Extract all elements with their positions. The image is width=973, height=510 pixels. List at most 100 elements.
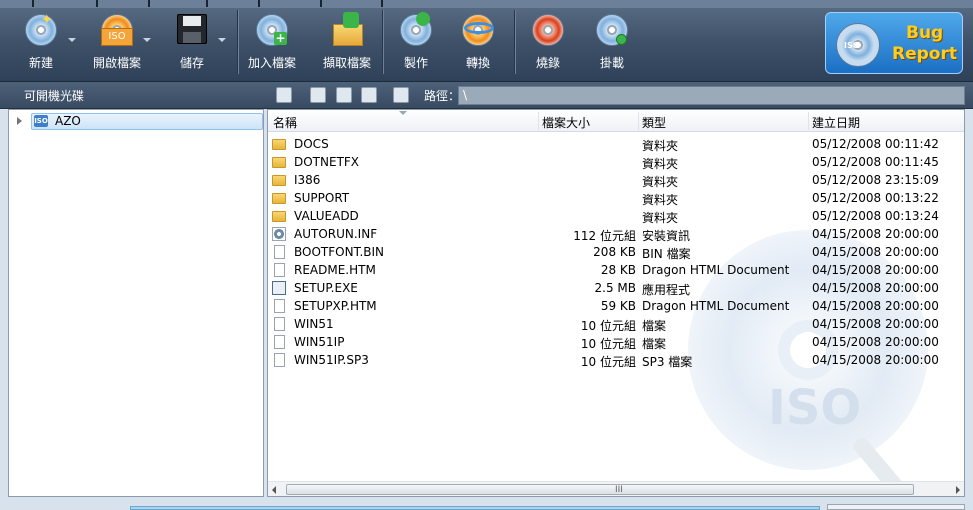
file-icon (274, 263, 285, 277)
open-dropdown-arrow[interactable] (143, 38, 151, 42)
column-divider[interactable] (538, 112, 539, 130)
list-view-icon[interactable] (393, 87, 409, 103)
file-icon (274, 317, 285, 331)
list-item[interactable]: BOOTFONT.BIN 208 KB BIN 檔案 04/15/2008 20:00… (268, 243, 964, 261)
file-name: VALUEADD (294, 209, 359, 223)
file-name: README.HTM (294, 263, 376, 277)
file-name: AUTORUN.INF (294, 227, 378, 241)
open-iso-icon: ISO (99, 12, 135, 48)
add-file-button-label: 加入檔案 (247, 56, 296, 70)
iso-disc-icon: ISO (34, 115, 48, 127)
tree-item-label: AZO (55, 114, 81, 128)
list-item[interactable]: README.HTM 28 KB Dragon HTML Document 04/15… (268, 261, 964, 279)
open-button-label: 開啟檔案 (92, 56, 141, 70)
file-name: SETUP.EXE (294, 281, 358, 295)
capacity-bar (130, 506, 820, 510)
column-header-date[interactable]: 建立日期 (812, 114, 860, 131)
column-header-type[interactable]: 類型 (642, 114, 666, 131)
file-type: 資料夾 (642, 175, 679, 189)
file-name: SETUPXP.HTM (294, 299, 377, 313)
toolbar-separator (237, 10, 238, 74)
file-name: WIN51IP (294, 335, 345, 349)
make-button[interactable]: 製作 (396, 12, 436, 76)
column-divider[interactable] (638, 112, 639, 130)
new-disc-icon: ✦ (23, 12, 59, 48)
file-date: 04/15/2008 20:00:00 (812, 281, 939, 295)
file-date: 04/15/2008 20:00:00 (812, 227, 939, 241)
scroll-left-arrow-icon[interactable] (272, 486, 276, 494)
scroll-thumb[interactable]: III (286, 484, 914, 495)
list-item[interactable]: DOTNETFX 資料夾 05/12/2008 00:11:45 (268, 153, 964, 171)
list-item[interactable]: WIN51 10 位元組 檔案 04/15/2008 20:00:00 (268, 315, 964, 333)
list-item[interactable]: I386 資料夾 05/12/2008 23:15:09 (268, 171, 964, 189)
scroll-right-arrow-icon[interactable] (956, 486, 960, 494)
file-icon (274, 353, 285, 367)
bug-report-button[interactable]: ISO Bug Report (825, 12, 963, 74)
up-folder-icon[interactable] (276, 87, 292, 103)
file-name: WIN51 (294, 317, 334, 331)
list-item[interactable]: SETUPXP.HTM 59 KB Dragon HTML Document 04/1… (268, 297, 964, 315)
add-icon[interactable] (310, 87, 326, 103)
file-date: 05/12/2008 00:11:42 (812, 137, 939, 151)
menu-strip (0, 0, 973, 8)
extract-button[interactable]: 擷取檔案 (320, 12, 374, 76)
scroll-grip: III (615, 485, 623, 495)
column-header-size[interactable]: 檔案大小 (542, 114, 590, 131)
folder-icon (272, 211, 286, 222)
save-button[interactable]: 儲存 (172, 12, 212, 76)
make-disc-icon (398, 12, 434, 48)
burn-button[interactable]: 燒錄 (528, 12, 568, 76)
horizontal-scrollbar[interactable]: III (268, 481, 964, 496)
file-type: Dragon HTML Document (642, 263, 790, 277)
file-size: 10 位元組 (580, 337, 636, 351)
list-item[interactable]: WIN51IP 10 位元組 檔案 04/15/2008 20:00:00 (268, 333, 964, 351)
file-date: 05/12/2008 23:15:09 (812, 173, 939, 187)
list-item[interactable]: SUPPORT 資料夾 05/12/2008 00:13:22 (268, 189, 964, 207)
file-icon (274, 335, 285, 349)
file-date: 05/12/2008 00:13:22 (812, 191, 939, 205)
main-toolbar: ✦ 新建 ISO 開啟檔案 儲存 + 加入檔案 擷取檔案 製作 轉換 燒錄 掛載 (0, 0, 973, 82)
path-input[interactable]: \ (458, 86, 965, 105)
secondary-toolbar: 可開機光碟 路徑： \ (0, 82, 973, 109)
add-file-button[interactable]: + 加入檔案 (246, 12, 298, 76)
file-name: WIN51IP.SP3 (294, 353, 369, 367)
file-size: 10 位元組 (580, 355, 636, 369)
file-type: 資料夾 (642, 139, 679, 153)
watermark-text: ISO (768, 380, 862, 436)
file-list-pane: ISO 名稱 檔案大小 類型 建立日期 DOCS 資料夾 05/12/2008 00… (267, 109, 965, 497)
tree-item-azo[interactable]: ISO AZO (15, 113, 263, 130)
delete-icon[interactable] (361, 87, 377, 103)
file-date: 04/15/2008 20:00:00 (812, 263, 939, 277)
list-item[interactable]: DOCS 資料夾 05/12/2008 00:11:42 (268, 135, 964, 153)
mount-icon (594, 12, 630, 48)
sort-arrow-icon (399, 111, 407, 115)
file-size: 112 位元組 (573, 229, 636, 243)
toolbar-separator (382, 10, 383, 74)
file-name: SUPPORT (294, 191, 350, 205)
expand-arrow-icon[interactable] (17, 117, 22, 125)
column-divider[interactable] (808, 112, 809, 130)
mount-button[interactable]: 掛載 (592, 12, 632, 76)
properties-icon[interactable] (336, 87, 352, 103)
bug-report-iso-text: ISO (844, 41, 860, 50)
file-size: 59 KB (600, 299, 636, 313)
list-item[interactable]: SETUP.EXE 2.5 MB 應用程式 04/15/2008 20:00:00 (268, 279, 964, 297)
extract-icon (329, 12, 365, 48)
save-dropdown-arrow[interactable] (218, 38, 226, 42)
file-size: 28 KB (600, 263, 636, 277)
file-icon (274, 245, 285, 259)
file-date: 05/12/2008 00:11:45 (812, 155, 939, 169)
column-header-name[interactable]: 名稱 (273, 114, 297, 131)
folder-icon (272, 139, 286, 150)
capacity-selector[interactable] (827, 504, 965, 510)
list-item[interactable]: AUTORUN.INF 112 位元組 安裝資訊 04/15/2008 20:00:0… (268, 225, 964, 243)
path-label: 路徑： (424, 89, 461, 103)
list-item[interactable]: VALUEADD 資料夾 05/12/2008 00:13:24 (268, 207, 964, 225)
floppy-save-icon (174, 12, 210, 48)
new-dropdown-arrow[interactable] (68, 38, 76, 42)
new-button[interactable]: ✦ 新建 (20, 12, 62, 76)
list-item[interactable]: WIN51IP.SP3 10 位元組 SP3 檔案 04/15/2008 20:00:… (268, 351, 964, 369)
burn-button-label: 燒錄 (535, 56, 560, 70)
open-button[interactable]: ISO 開啟檔案 (88, 12, 146, 76)
convert-button[interactable]: 轉換 (458, 12, 498, 76)
